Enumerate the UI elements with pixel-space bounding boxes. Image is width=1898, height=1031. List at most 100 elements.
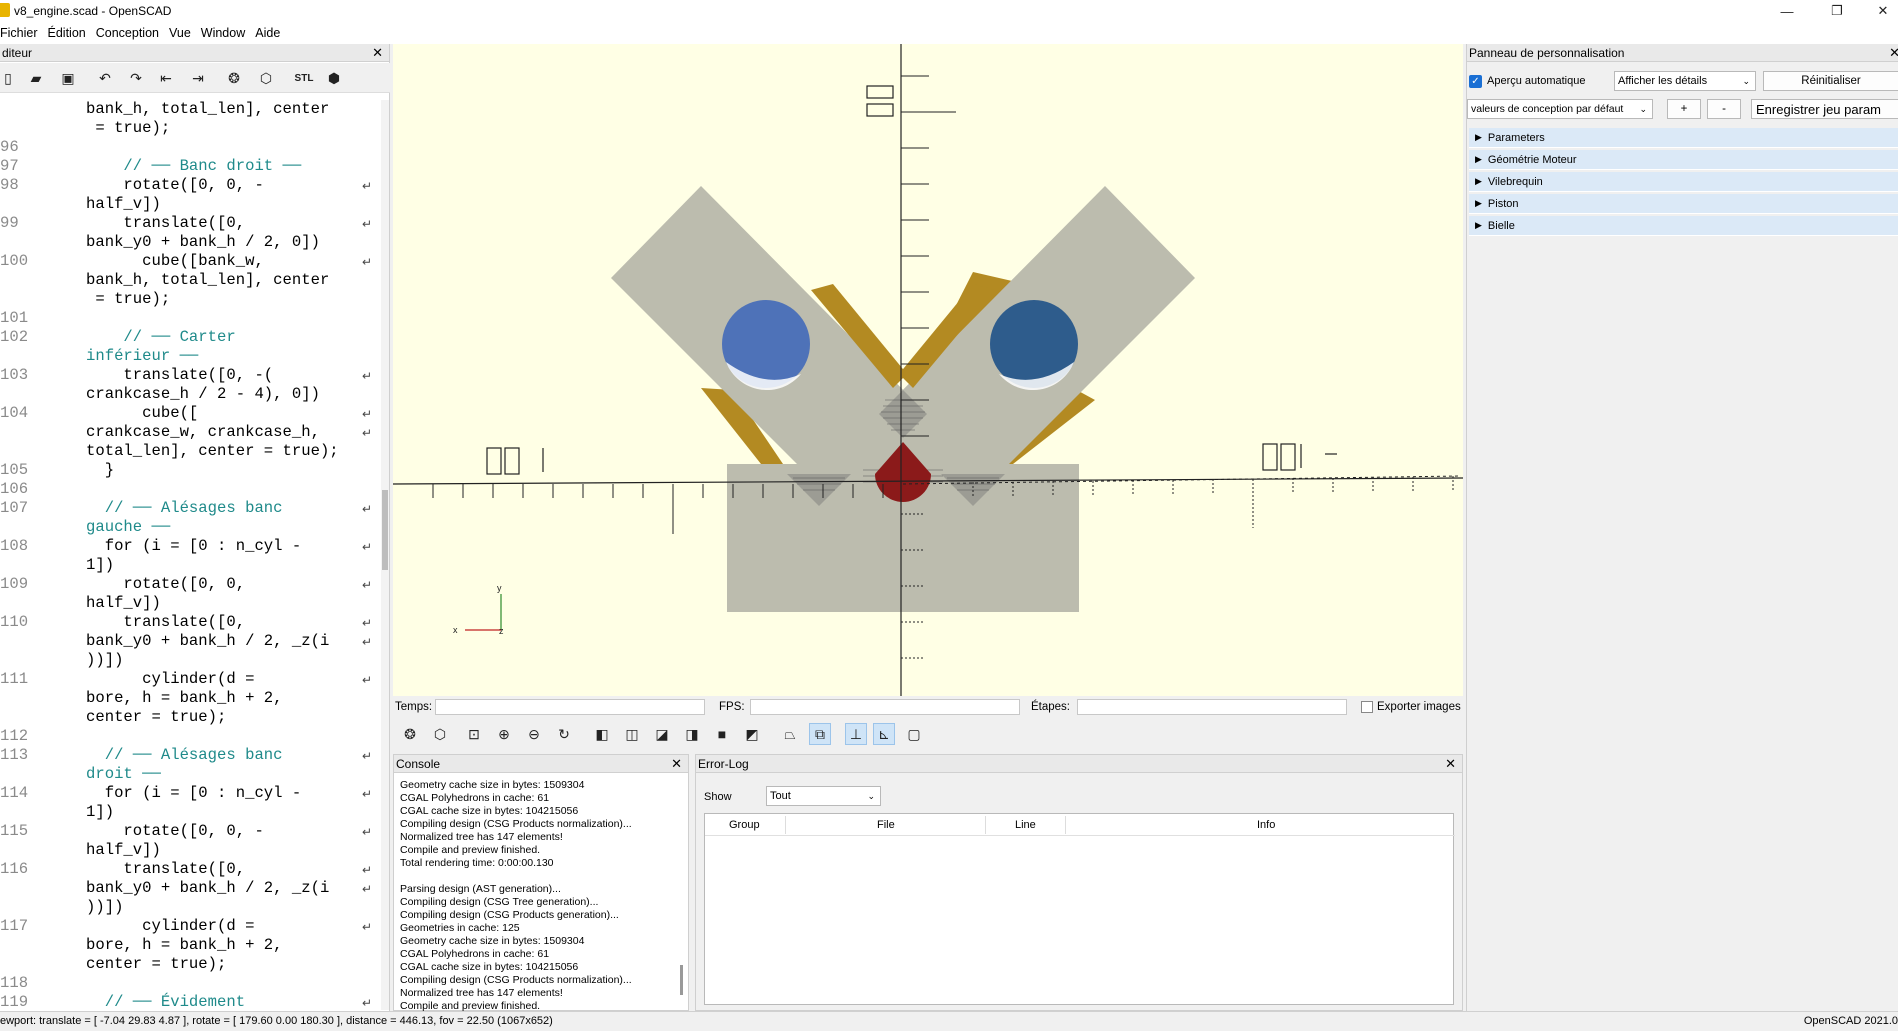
console-scrollbar[interactable] bbox=[680, 965, 683, 995]
view-all-icon[interactable]: ⊡ bbox=[463, 723, 485, 745]
col-line[interactable]: Line bbox=[1015, 819, 1036, 831]
code-line[interactable]: gauche ── bbox=[86, 518, 170, 537]
code-line[interactable]: // ── Alésages banc bbox=[86, 746, 283, 765]
code-line[interactable]: ))]) bbox=[86, 651, 123, 670]
render-icon[interactable]: ⬡ bbox=[429, 723, 451, 745]
code-line[interactable]: rotate([0, 0, - bbox=[86, 176, 263, 195]
code-line[interactable]: // ── Banc droit ── bbox=[86, 157, 301, 176]
code-line[interactable]: total_len], center = true); bbox=[86, 442, 339, 461]
close-console-icon[interactable]: ✕ bbox=[671, 756, 682, 772]
menu-aide[interactable]: Aide bbox=[255, 26, 290, 40]
close-customizer-icon[interactable]: ✕ bbox=[1889, 45, 1898, 61]
view-right-icon[interactable]: ◧ bbox=[591, 723, 613, 745]
menu-vue[interactable]: Vue bbox=[169, 26, 201, 40]
render-icon[interactable]: ⬡ bbox=[256, 68, 276, 88]
code-line[interactable]: for (i = [0 : n_cyl - bbox=[86, 784, 302, 803]
view-top-icon[interactable]: ◫ bbox=[621, 723, 643, 745]
details-select[interactable]: Afficher les détails ⌄ bbox=[1614, 71, 1756, 91]
show-filter-select[interactable]: Tout ⌄ bbox=[766, 786, 881, 806]
code-line[interactable]: cube([ bbox=[86, 404, 198, 423]
code-line[interactable]: bank_y0 + bank_h / 2, 0]) bbox=[86, 233, 320, 252]
menu-fichier[interactable]: Fichier bbox=[0, 26, 48, 40]
code-line[interactable]: for (i = [0 : n_cyl - bbox=[86, 537, 302, 556]
indent-icon[interactable]: ⇥ bbox=[188, 68, 208, 88]
code-line[interactable]: cylinder(d = bbox=[86, 917, 254, 936]
menu-edition[interactable]: Édition bbox=[48, 26, 96, 40]
code-line[interactable]: crankcase_w, crankcase_h, bbox=[86, 423, 320, 442]
menu-conception[interactable]: Conception bbox=[96, 26, 169, 40]
col-info[interactable]: Info bbox=[1257, 819, 1275, 831]
code-line[interactable]: translate([0, bbox=[86, 613, 245, 632]
code-line[interactable]: // ── Carter bbox=[86, 328, 235, 347]
zoom-in-icon[interactable]: ⊕ bbox=[493, 723, 515, 745]
code-line[interactable]: translate([0, -( bbox=[86, 366, 273, 385]
group-piston[interactable]: ▶ Piston bbox=[1469, 194, 1898, 214]
preview-icon[interactable]: ❂ bbox=[224, 68, 244, 88]
save-preset-button[interactable]: Enregistrer jeu param bbox=[1751, 99, 1898, 119]
code-line[interactable]: = true); bbox=[86, 119, 170, 138]
preset-select[interactable]: valeurs de conception par défaut ⌄ bbox=[1467, 99, 1653, 119]
code-line[interactable]: translate([0, bbox=[86, 860, 245, 879]
code-line[interactable]: half_v]) bbox=[86, 841, 161, 860]
view-bottom-icon[interactable]: ◪ bbox=[651, 723, 673, 745]
group-geometrie-moteur[interactable]: ▶ Géométrie Moteur bbox=[1469, 150, 1898, 170]
code-line[interactable]: = true); bbox=[86, 290, 170, 309]
etapes-input[interactable] bbox=[1077, 699, 1347, 715]
close-editor-icon[interactable]: ✕ bbox=[372, 45, 383, 61]
code-line[interactable]: center = true); bbox=[86, 955, 226, 974]
code-line[interactable]: ))]) bbox=[86, 898, 123, 917]
view-left-icon[interactable]: ◨ bbox=[681, 723, 703, 745]
show-edges-icon[interactable]: ▢ bbox=[903, 723, 925, 745]
code-line[interactable]: bank_h, total_len], center bbox=[86, 271, 329, 290]
remove-preset-button[interactable]: - bbox=[1707, 99, 1741, 119]
code-line[interactable]: droit ── bbox=[86, 765, 161, 784]
code-line[interactable]: bore, h = bank_h + 2, bbox=[86, 936, 283, 955]
send-printer-icon[interactable]: ⬢ bbox=[324, 68, 344, 88]
auto-preview-checkbox[interactable]: ✓ bbox=[1469, 75, 1482, 88]
code-line[interactable]: // ── Évidement bbox=[86, 993, 245, 1010]
view-front-icon[interactable]: ■ bbox=[711, 723, 733, 745]
view-back-icon[interactable]: ◩ bbox=[741, 723, 763, 745]
unindent-icon[interactable]: ⇤ bbox=[156, 68, 176, 88]
fps-input[interactable] bbox=[750, 699, 1020, 715]
editor-scrollbar[interactable] bbox=[381, 100, 389, 1010]
export-stl-icon[interactable]: STL bbox=[294, 68, 314, 88]
add-preset-button[interactable]: + bbox=[1667, 99, 1701, 119]
group-bielle[interactable]: ▶ Bielle bbox=[1469, 216, 1898, 236]
open-icon[interactable]: ▰ bbox=[26, 68, 46, 88]
menu-window[interactable]: Window bbox=[201, 26, 255, 40]
show-scale-icon[interactable]: ⊾ bbox=[873, 723, 895, 745]
undo-icon[interactable]: ↶ bbox=[95, 68, 115, 88]
export-images-checkbox[interactable] bbox=[1361, 701, 1373, 713]
3d-viewport[interactable]: y x z bbox=[393, 44, 1463, 696]
group-vilebrequin[interactable]: ▶ Vilebrequin bbox=[1469, 172, 1898, 192]
save-icon[interactable]: ▣ bbox=[58, 68, 78, 88]
maximize-icon[interactable]: ❐ bbox=[1814, 0, 1860, 22]
code-line[interactable]: center = true); bbox=[86, 708, 226, 727]
code-line[interactable]: } bbox=[86, 461, 114, 480]
code-line[interactable]: rotate([0, 0, bbox=[86, 575, 245, 594]
minimize-icon[interactable]: — bbox=[1764, 0, 1810, 22]
code-line[interactable]: bank_h, total_len], center bbox=[86, 100, 329, 119]
code-line[interactable]: crankcase_h / 2 - 4), 0]) bbox=[86, 385, 320, 404]
code-line[interactable]: cube([bank_w, bbox=[86, 252, 264, 271]
new-icon[interactable]: ▯ bbox=[0, 68, 18, 88]
code-line[interactable]: bank_y0 + bank_h / 2, _z(i bbox=[86, 632, 329, 651]
close-window-icon[interactable]: ✕ bbox=[1860, 0, 1898, 22]
col-group[interactable]: Group bbox=[729, 819, 760, 831]
code-area[interactable]: bank_h, total_len], center = true); 96 97 … bbox=[0, 100, 378, 1010]
code-line[interactable]: // ── Alésages banc bbox=[86, 499, 283, 518]
code-line[interactable]: 1]) bbox=[86, 803, 114, 822]
show-axes-icon[interactable]: ⊥ bbox=[845, 723, 867, 745]
perspective-icon[interactable]: ⏢ bbox=[779, 723, 801, 745]
close-error-log-icon[interactable]: ✕ bbox=[1445, 756, 1456, 772]
code-line[interactable]: rotate([0, 0, - bbox=[86, 822, 263, 841]
code-line[interactable]: half_v]) bbox=[86, 594, 161, 613]
redo-icon[interactable]: ↷ bbox=[126, 68, 146, 88]
orthogonal-icon[interactable]: ⧉ bbox=[809, 723, 831, 745]
code-line[interactable]: half_v]) bbox=[86, 195, 161, 214]
group-parameters[interactable]: ▶ Parameters bbox=[1469, 128, 1898, 148]
code-line[interactable]: bank_y0 + bank_h / 2, _z(i bbox=[86, 879, 329, 898]
reset-button[interactable]: Réinitialiser bbox=[1763, 71, 1898, 91]
code-line[interactable]: 1]) bbox=[86, 556, 114, 575]
